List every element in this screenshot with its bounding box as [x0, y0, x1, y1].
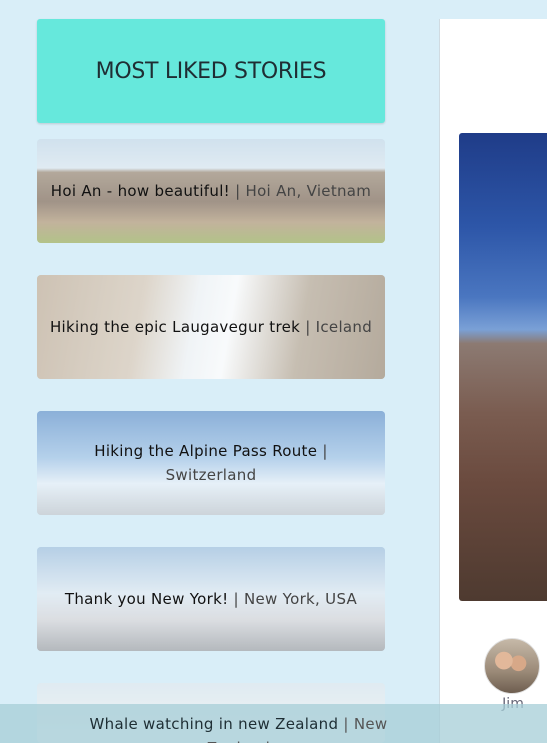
- story-separator: |: [305, 318, 311, 336]
- story-title: Hoi An - how beautiful!: [50, 182, 230, 200]
- story-title: Hiking the Alpine Pass Route: [94, 442, 318, 460]
- story-caption: Whale watching in new Zealand | New Zeal…: [65, 704, 413, 743]
- story-caption: Hiking the epic Laugavegur trek | Icelan…: [46, 315, 376, 339]
- user-avatar[interactable]: [484, 638, 540, 694]
- story-caption: Hoi An - how beautiful! | Hoi An, Vietna…: [47, 179, 375, 203]
- story-location: Hoi An, Vietnam: [245, 182, 372, 200]
- story-title: Thank you New York!: [64, 590, 229, 608]
- story-separator: |: [235, 182, 241, 200]
- most-liked-header: MOST LIKED STORIES: [37, 19, 385, 123]
- story-separator: |: [343, 715, 349, 733]
- story-location: Iceland: [315, 318, 373, 336]
- story-separator: |: [233, 590, 239, 608]
- story-location: New York, USA: [243, 590, 358, 608]
- story-card-alpine-pass[interactable]: Hiking the Alpine Pass Route | Switzerla…: [37, 411, 385, 515]
- story-separator: |: [322, 442, 328, 460]
- story-caption: Hiking the Alpine Pass Route | Switzerla…: [77, 439, 345, 487]
- section-title: MOST LIKED STORIES: [95, 58, 327, 84]
- grand-canyon-photo: [459, 133, 547, 601]
- story-title: Whale watching in new Zealand: [89, 715, 339, 733]
- story-title: Hiking the epic Laugavegur trek: [49, 318, 301, 336]
- story-card-laugavegur[interactable]: Hiking the epic Laugavegur trek | Icelan…: [37, 275, 385, 379]
- story-location: Switzerland: [165, 466, 257, 484]
- story-caption-banner[interactable]: Whale watching in new Zealand | New Zeal…: [0, 704, 547, 743]
- story-card-hoi-an[interactable]: Hoi An - how beautiful! | Hoi An, Vietna…: [37, 139, 385, 243]
- story-caption: Thank you New York! | New York, USA: [61, 587, 361, 611]
- story-card-new-york[interactable]: Thank you New York! | New York, USA: [37, 547, 385, 651]
